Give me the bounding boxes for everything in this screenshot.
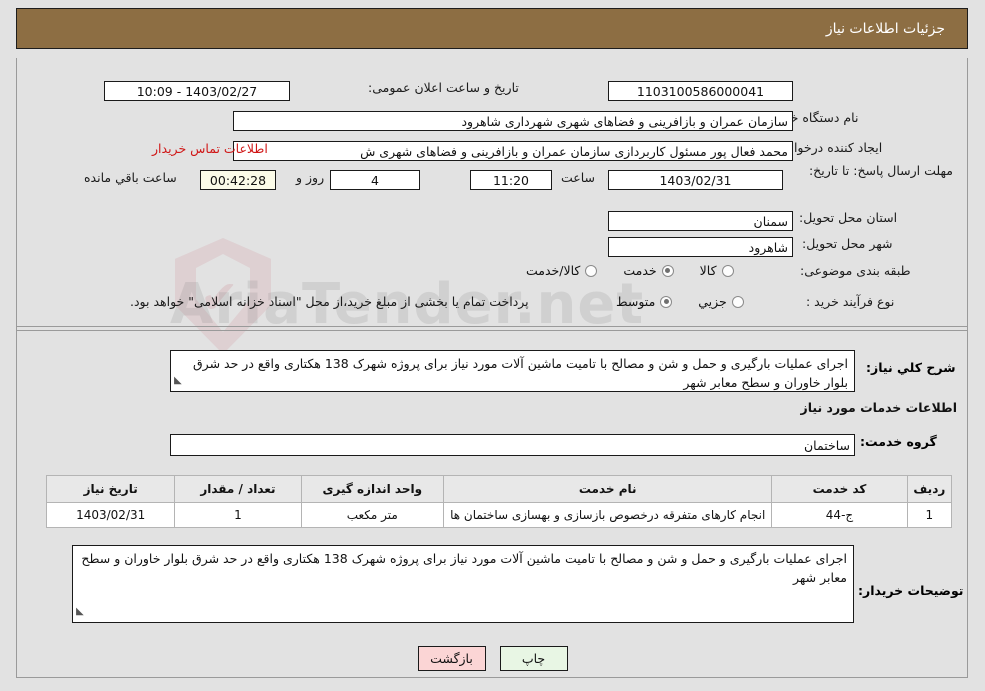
summary-value: اجرای عملیات بارگیری و حمل و شن و مصالح … <box>192 356 848 390</box>
category-option-kala-khedmat-label: کالا/خدمت <box>526 263 581 278</box>
summary-label: شرح کلي نیاز: <box>866 360 956 375</box>
announce-datetime-label-wrap: تاریخ و ساعت اعلان عمومی: <box>368 80 519 95</box>
resize-grip-icon[interactable]: ◢ <box>174 371 182 390</box>
process-option-jozei[interactable]: جزیي <box>698 294 744 309</box>
days-word-label: روز و <box>296 170 325 185</box>
radio-icon-jozei[interactable] <box>731 295 744 308</box>
buyer-notes-label: توضیحات خریدار: <box>858 583 964 598</box>
process-note: پرداخت تمام یا بخشی از مبلغ خرید،از محل … <box>130 294 529 309</box>
days-remaining-value: 4 <box>330 170 420 190</box>
divider-1 <box>16 326 968 327</box>
summary-box[interactable]: اجرای عملیات بارگیری و حمل و شن و مصالح … <box>170 350 855 392</box>
col-code: کد خدمت <box>771 475 908 503</box>
deadline-date-value: 1403/02/31 <box>608 170 783 190</box>
summary-label-wrap: شرح کلي نیاز: <box>866 360 955 375</box>
col-date: تاریخ نیاز <box>45 475 176 503</box>
announce-datetime-label: تاریخ و ساعت اعلان عمومی: <box>368 80 519 95</box>
services-table-wrap: ردیف کد خدمت نام خدمت واحد اندازه گیری ت… <box>45 475 953 528</box>
deadline-hour-label: ساعت <box>561 170 596 185</box>
category-option-kala-khedmat[interactable]: کالا/خدمت <box>526 263 598 278</box>
col-index: ردیف <box>906 475 953 503</box>
process-radio-group: جزیي متوسط <box>590 294 744 309</box>
col-qty: تعداد / مقدار <box>174 475 302 503</box>
category-label-wrap: طبقه بندی موضوعی: <box>800 263 911 278</box>
category-option-khedmat-label: خدمت <box>623 263 657 278</box>
services-section-title: اطلاعات خدمات مورد نیاز <box>800 400 958 415</box>
days-word-wrap: روز و <box>296 170 324 185</box>
page-root: ✔ AriaTender.net جزئیات اطلاعات نیاز شما… <box>0 0 985 691</box>
time-remaining-suffix-wrap: ساعت باقي مانده <box>84 170 177 185</box>
buyer-org-value: سازمان عمران و بازافرینی و فضاهای شهری ش… <box>233 111 793 131</box>
deadline-hour-value: 11:20 <box>470 170 552 190</box>
col-name: نام خدمت <box>443 475 773 503</box>
divider-2 <box>16 330 968 331</box>
page-header: جزئیات اطلاعات نیاز <box>16 8 968 49</box>
province-value: سمنان <box>608 211 793 231</box>
city-value: شاهرود <box>608 237 793 257</box>
radio-icon-khedmat[interactable] <box>661 264 674 277</box>
city-label: شهر محل تحویل: <box>802 236 893 251</box>
category-option-kala[interactable]: کالا <box>700 263 734 278</box>
process-label: نوع فرآیند خرید : <box>806 294 895 309</box>
process-option-jozei-label: جزیي <box>698 294 727 309</box>
time-remaining-value: 00:42:28 <box>200 170 276 190</box>
group-label: گروه خدمت: <box>860 434 937 449</box>
table-row: 1 ج-44 انجام کارهای متفرقه درخصوص بازساز… <box>45 502 953 528</box>
category-option-kala-label: کالا <box>699 263 717 278</box>
category-radio-group: کالا خدمت کالا/خدمت <box>500 263 734 278</box>
process-note-wrap: پرداخت تمام یا بخشی از مبلغ خرید،از محل … <box>130 294 529 309</box>
category-label: طبقه بندی موضوعی: <box>800 263 911 278</box>
cell-code: ج-44 <box>771 502 908 528</box>
need-number-value: 1103100586000041 <box>608 81 793 101</box>
buyer-contact-link[interactable]: اطلاعات تماس خریدار <box>152 141 268 156</box>
cell-name: انجام کارهای متفرقه درخصوص بازسازی و بهس… <box>443 502 773 528</box>
cell-date: 1403/02/31 <box>45 502 176 528</box>
print-button[interactable]: چاپ <box>499 646 568 671</box>
cell-index: 1 <box>906 502 953 528</box>
cell-unit: متر مکعب <box>300 502 445 528</box>
province-label-wrap: استان محل تحویل: <box>799 210 897 225</box>
services-table: ردیف کد خدمت نام خدمت واحد اندازه گیری ت… <box>45 475 953 528</box>
radio-icon-kala-khedmat[interactable] <box>585 264 598 277</box>
process-option-motavaset-label: متوسط <box>616 294 656 309</box>
back-button[interactable]: بازگشت <box>417 646 486 671</box>
page-title: جزئیات اطلاعات نیاز <box>825 20 945 37</box>
resize-grip-icon-2[interactable]: ◢ <box>76 602 84 621</box>
announce-datetime-value: 1403/02/27 - 10:09 <box>104 81 290 101</box>
buyer-notes-box[interactable]: اجرای عملیات بارگیری و حمل و شن و مصالح … <box>72 545 854 623</box>
footer-buttons: چاپ بازگشت <box>0 646 985 671</box>
table-header-row: ردیف کد خدمت نام خدمت واحد اندازه گیری ت… <box>45 475 953 503</box>
col-unit: واحد اندازه گیری <box>300 475 445 503</box>
group-label-wrap: گروه خدمت: <box>860 434 937 449</box>
buyer-notes-value: اجرای عملیات بارگیری و حمل و شن و مصالح … <box>81 551 847 585</box>
requester-value: محمد فعال پور مسئول کاربردازی سازمان عمر… <box>233 141 793 161</box>
deadline-label: مهلت ارسال پاسخ: تا تاریخ: <box>808 163 953 178</box>
category-option-khedmat[interactable]: خدمت <box>623 263 674 278</box>
time-remaining-suffix-label: ساعت باقي مانده <box>84 170 177 185</box>
group-value: ساختمان <box>170 434 855 456</box>
radio-icon-motavaset[interactable] <box>660 295 673 308</box>
province-label: استان محل تحویل: <box>799 210 898 225</box>
city-label-wrap: شهر محل تحویل: <box>802 236 892 251</box>
cell-qty: 1 <box>174 502 302 528</box>
process-label-wrap: نوع فرآیند خرید : <box>806 294 894 309</box>
process-option-motavaset[interactable]: متوسط <box>616 294 673 309</box>
radio-icon-kala[interactable] <box>721 264 734 277</box>
buyer-notes-label-wrap: توضیحات خریدار: <box>858 583 964 598</box>
deadline-hour-label-wrap: ساعت <box>561 170 595 185</box>
buyer-contact-link-wrap[interactable]: اطلاعات تماس خریدار <box>152 141 268 156</box>
